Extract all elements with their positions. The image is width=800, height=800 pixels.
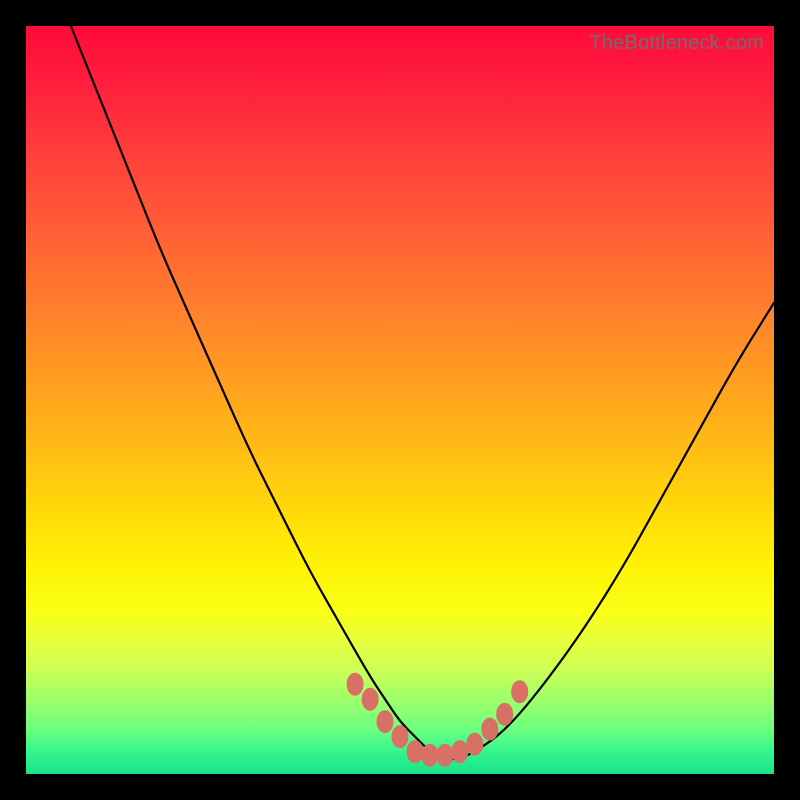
chart-frame: TheBottleneck.com	[0, 0, 800, 800]
curve-marker	[347, 673, 363, 695]
marker-group	[347, 673, 528, 766]
curve-marker	[362, 688, 378, 710]
curve-marker	[407, 741, 423, 763]
plot-area: TheBottleneck.com	[26, 26, 774, 774]
curve-marker	[482, 718, 498, 740]
curve-marker	[392, 726, 408, 748]
curve-marker	[437, 744, 453, 766]
bottleneck-curve	[71, 26, 774, 759]
curve-marker	[512, 681, 528, 703]
curve-marker	[467, 733, 483, 755]
curve-marker	[422, 744, 438, 766]
curve-marker	[497, 703, 513, 725]
curve-marker	[452, 741, 468, 763]
curve-layer	[26, 26, 774, 774]
curve-marker	[377, 711, 393, 733]
